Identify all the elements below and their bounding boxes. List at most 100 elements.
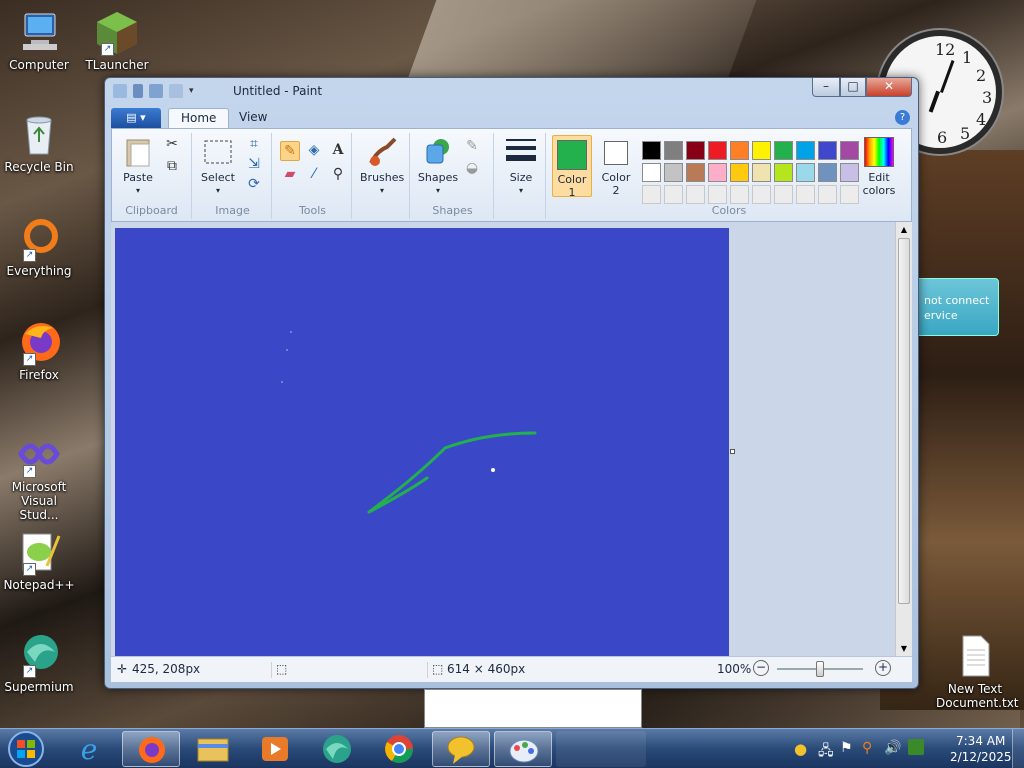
custom-color-slot[interactable]: [664, 185, 683, 204]
palette-swatch[interactable]: [642, 163, 661, 182]
color1-button[interactable]: Color 1: [552, 135, 592, 199]
scroll-down-icon[interactable]: ▼: [896, 644, 912, 653]
taskbar-internet-explorer[interactable]: e: [60, 731, 118, 767]
network-gadget[interactable]: not connect ervice: [915, 278, 999, 336]
desktop-icon-computer[interactable]: Computer: [0, 10, 78, 72]
eraser-icon[interactable]: ▰: [280, 165, 300, 185]
palette-swatch[interactable]: [818, 163, 837, 182]
taskbar-empty-slot[interactable]: [556, 731, 646, 767]
action-center-flag-icon[interactable]: ⚑: [840, 740, 853, 756]
palette-swatch[interactable]: [796, 141, 815, 160]
taskbar-media-player[interactable]: [246, 731, 304, 767]
zoom-out-icon[interactable]: −: [753, 660, 769, 676]
resize-icon[interactable]: ⇲: [244, 155, 264, 175]
size-button[interactable]: Size ▾: [500, 137, 542, 197]
zoom-in-icon[interactable]: +: [875, 660, 891, 676]
palette-swatch[interactable]: [664, 163, 683, 182]
text-tool-icon[interactable]: A: [328, 141, 348, 161]
chat-tray-icon[interactable]: ●: [794, 740, 807, 758]
paste-button[interactable]: Paste ▾: [118, 137, 158, 197]
edit-colors-button[interactable]: Edit colors: [854, 137, 904, 197]
redo-icon[interactable]: [169, 84, 183, 98]
custom-color-slot[interactable]: [708, 185, 727, 204]
desktop-icon-supermium[interactable]: ↗ Supermium: [0, 632, 78, 694]
help-icon[interactable]: ?: [895, 110, 910, 125]
desktop-icon-firefox[interactable]: ↗ Firefox: [0, 320, 78, 382]
tray-time[interactable]: 7:34 AM: [956, 734, 1005, 748]
palette-swatch[interactable]: [686, 163, 705, 182]
nvidia-icon[interactable]: [908, 739, 924, 755]
palette-swatch[interactable]: [752, 163, 771, 182]
custom-color-slot[interactable]: [818, 185, 837, 204]
taskbar-chat[interactable]: [432, 731, 490, 767]
scroll-up-icon[interactable]: ▲: [896, 225, 912, 234]
tab-home[interactable]: Home: [168, 108, 230, 128]
select-button[interactable]: Select ▾: [198, 137, 238, 197]
title-bar[interactable]: ▾ Untitled - Paint – □ ✕: [105, 78, 918, 106]
magnifier-icon[interactable]: ⚲: [328, 165, 348, 185]
taskbar-firefox[interactable]: [122, 731, 180, 767]
resize-handle[interactable]: [730, 449, 735, 454]
custom-color-slot[interactable]: [796, 185, 815, 204]
desktop-icon-visual-studio[interactable]: ↗ Microsoft Visual Stud...: [0, 432, 78, 522]
desktop-icon-tlauncher[interactable]: ↗ TLauncher: [78, 10, 156, 72]
show-desktop-button[interactable]: [1012, 729, 1024, 768]
drawing-canvas[interactable]: [115, 228, 729, 656]
save-icon[interactable]: [133, 84, 143, 98]
desktop-icon-recycle-bin[interactable]: Recycle Bin: [0, 112, 78, 174]
copy-icon[interactable]: ⧉: [162, 157, 182, 177]
tab-view[interactable]: View: [227, 108, 279, 128]
palette-swatch[interactable]: [664, 141, 683, 160]
start-button[interactable]: [3, 729, 49, 768]
palette-swatch[interactable]: [752, 141, 771, 160]
paint-window[interactable]: ▾ Untitled - Paint – □ ✕ ▤ ▾ Home View ?…: [104, 77, 919, 689]
background-window[interactable]: [424, 689, 642, 728]
brushes-button[interactable]: Brushes ▾: [360, 137, 404, 197]
palette-swatch[interactable]: [818, 141, 837, 160]
palette-swatch[interactable]: [796, 163, 815, 182]
tray-date[interactable]: 2/12/2025: [950, 750, 1012, 764]
maximize-button[interactable]: □: [840, 78, 866, 97]
rotate-icon[interactable]: ⟳: [244, 175, 264, 195]
palette-swatch[interactable]: [642, 141, 661, 160]
cut-icon[interactable]: ✂: [162, 135, 182, 155]
close-button[interactable]: ✕: [866, 78, 912, 97]
desktop-icon-notepadpp[interactable]: ↗ Notepad++: [0, 530, 78, 592]
fill-bucket-icon[interactable]: ◈: [304, 141, 324, 161]
outline-icon[interactable]: ✎: [462, 137, 482, 157]
taskbar-paint[interactable]: [494, 731, 552, 767]
shapes-button[interactable]: Shapes ▾: [416, 137, 460, 197]
fill-icon[interactable]: ◒: [462, 159, 482, 179]
desktop-icon-everything[interactable]: ↗ Everything: [0, 216, 78, 278]
paint-menu-button[interactable]: ▤ ▾: [111, 108, 161, 128]
vertical-scrollbar[interactable]: ▲ ▼: [895, 222, 912, 656]
color2-button[interactable]: Color 2: [596, 135, 636, 197]
palette-swatch[interactable]: [774, 141, 793, 160]
taskbar-chrome[interactable]: [370, 731, 428, 767]
custom-color-slot[interactable]: [774, 185, 793, 204]
custom-color-slot[interactable]: [752, 185, 771, 204]
taskbar-supermium[interactable]: [308, 731, 366, 767]
palette-swatch[interactable]: [708, 141, 727, 160]
palette-swatch[interactable]: [730, 141, 749, 160]
pencil-icon[interactable]: ✎: [280, 141, 300, 161]
network-icon[interactable]: 🖧: [818, 740, 834, 764]
custom-color-slot[interactable]: [686, 185, 705, 204]
paint-app-icon[interactable]: [113, 84, 127, 98]
palette-swatch[interactable]: [730, 163, 749, 182]
custom-color-slot[interactable]: [730, 185, 749, 204]
zoom-slider-thumb[interactable]: [816, 661, 824, 677]
customize-toolbar-icon[interactable]: ▾: [189, 84, 199, 98]
taskbar-file-explorer[interactable]: [184, 731, 242, 767]
palette-swatch[interactable]: [708, 163, 727, 182]
color-picker-icon[interactable]: ⁄: [304, 165, 324, 185]
scroll-thumb[interactable]: [898, 238, 910, 604]
palette-swatch[interactable]: [774, 163, 793, 182]
minimize-button[interactable]: –: [812, 78, 840, 97]
crop-icon[interactable]: ⌗: [244, 135, 264, 155]
volume-icon[interactable]: 🔊: [884, 740, 901, 756]
desktop-icon-new-text-document[interactable]: New Text Document.txt: [936, 634, 1019, 710]
everything-tray-icon[interactable]: ⚲: [862, 740, 872, 756]
undo-icon[interactable]: [149, 84, 163, 98]
zoom-slider[interactable]: [777, 661, 863, 677]
